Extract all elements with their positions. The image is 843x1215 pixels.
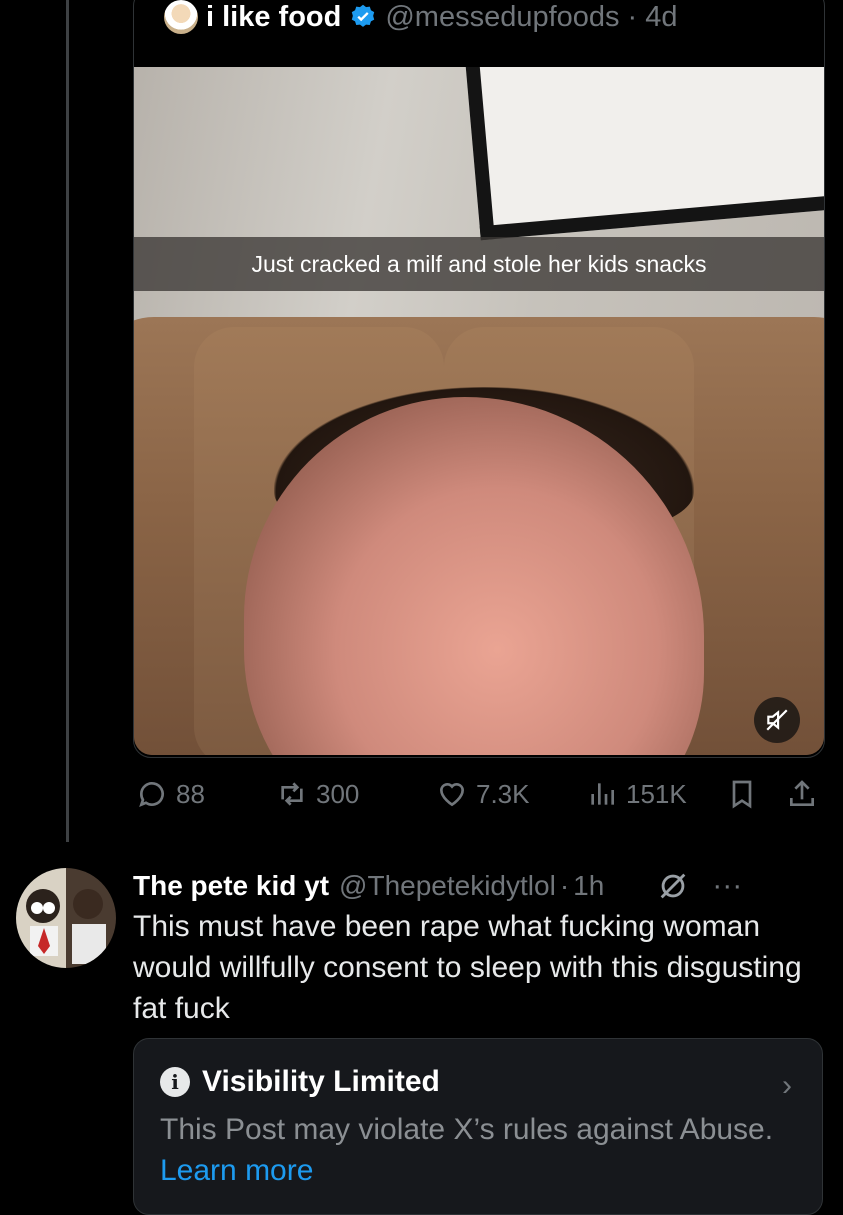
bookmark-icon [732,780,752,809]
separator: · [627,0,638,33]
view-count: 151K [626,778,687,809]
reply-header: The pete kid yt @Thepetekidytlol · 1h ··… [133,866,833,906]
analytics-icon [591,783,614,805]
repost-button[interactable]: 300 [276,778,436,810]
reply-icon [139,782,164,807]
notice-text: This Post may violate X’s rules against … [160,1113,774,1146]
avatar-image [26,889,106,964]
reply-button[interactable]: 88 [136,778,276,810]
views-button[interactable]: 151K [586,778,726,810]
notice-title-row: i Visibility Limited [160,1065,440,1099]
info-icon: i [160,1067,190,1097]
timestamp[interactable]: 4d [645,1,677,34]
heart-icon [439,782,465,807]
avatar[interactable] [16,868,116,968]
chevron-right-icon: › [782,1069,792,1102]
quoted-post-header: i like food @messedupfoods · 4d [164,0,677,35]
verified-badge-icon [352,4,375,27]
reply-text: This must have been rape what fucking wo… [133,910,802,1025]
more-options-button[interactable]: ··· [712,869,742,903]
grok-icon[interactable] [656,869,690,903]
avatar[interactable] [164,0,198,34]
repost-icon [281,782,303,806]
separator: · [559,870,570,901]
author-name[interactable]: The pete kid yt [133,870,329,902]
author-name[interactable]: i like food [206,1,341,34]
like-button[interactable]: 7.3K [436,778,586,810]
muted-speaker-icon [766,709,788,731]
timestamp[interactable]: 1h [573,870,604,902]
quoted-post[interactable]: i like food @messedupfoods · 4d Just cra… [133,0,825,758]
author-handle[interactable]: @Thepetekidytlol [339,870,556,902]
video-caption: Just cracked a milf and stole her kids s… [134,237,824,291]
video-frame-picture [464,67,824,241]
thread-line [66,0,69,842]
bookmark-button[interactable] [726,778,786,810]
like-count: 7.3K [476,778,530,809]
mute-button[interactable] [754,697,800,743]
video-player[interactable]: Just cracked a milf and stole her kids s… [134,67,824,755]
author-handle[interactable]: @messedupfoods [385,1,619,34]
post-actions: 88 300 7.3K 151K [136,772,826,816]
learn-more-link[interactable]: Learn more [160,1154,313,1187]
visibility-notice[interactable]: i Visibility Limited This Post may viola… [133,1038,823,1215]
notice-body: This Post may violate X’s rules against … [160,1109,780,1191]
reply-count: 88 [176,778,205,809]
notice-title: Visibility Limited [202,1065,440,1098]
share-icon [790,780,814,806]
repost-count: 300 [316,778,360,809]
share-button[interactable] [786,778,826,810]
